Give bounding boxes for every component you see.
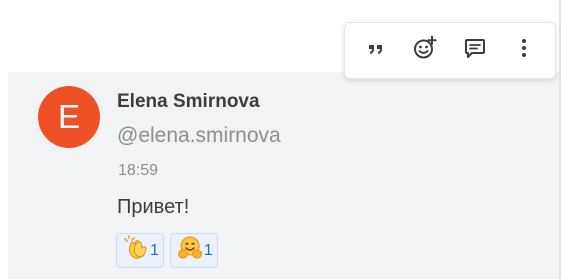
message-reply-icon — [463, 36, 487, 65]
add-reaction-button[interactable] — [405, 31, 445, 71]
post-actions-toolbar — [344, 22, 556, 79]
reaction-clapping-hands[interactable]: 1 — [116, 233, 164, 268]
username[interactable]: @elena.smirnova — [117, 124, 281, 148]
reaction-count: 1 — [150, 241, 159, 259]
quote-icon — [365, 37, 387, 64]
more-actions-button[interactable] — [504, 31, 544, 71]
message-text: Привет! — [117, 196, 190, 218]
reaction-hugging-face[interactable]: 1 — [169, 233, 218, 268]
emoji-add-icon — [412, 35, 438, 66]
avatar[interactable]: E — [38, 86, 100, 148]
quote-button[interactable] — [356, 31, 396, 71]
display-name[interactable]: Elena Smirnova — [117, 91, 260, 113]
timestamp[interactable]: 18:59 — [118, 162, 158, 180]
dots-vertical-icon — [514, 37, 534, 64]
clapping-hands-icon — [123, 235, 149, 266]
reactions-bar: 1 1 — [116, 233, 218, 268]
reply-button[interactable] — [455, 31, 495, 71]
reaction-count: 1 — [203, 241, 213, 259]
hugging-face-icon — [177, 235, 203, 266]
